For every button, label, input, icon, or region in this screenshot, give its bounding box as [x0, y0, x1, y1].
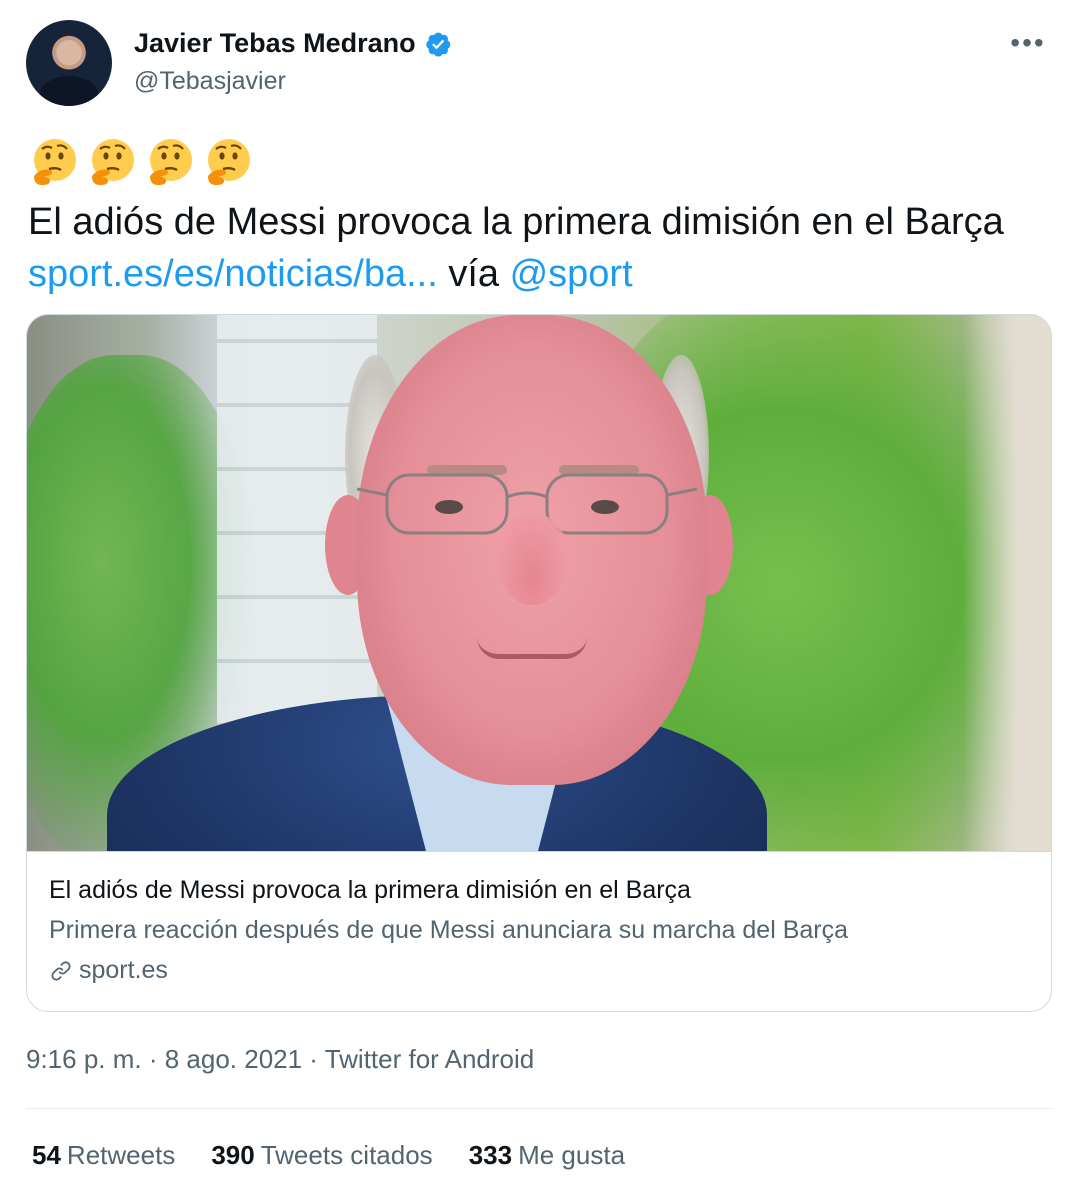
- tweet-header: Javier Tebas Medrano @Tebasjavier •••: [26, 20, 1052, 110]
- avatar-suit: [40, 76, 98, 106]
- card-domain[interactable]: sport.es: [49, 956, 168, 985]
- quotes-stat[interactable]: 390 Tweets citados: [211, 1140, 432, 1171]
- likes-label: Me gusta: [518, 1140, 626, 1170]
- thinking-face-icon: [208, 139, 250, 185]
- image-mouth: [477, 637, 587, 659]
- retweets-count: 54: [32, 1140, 61, 1170]
- author-info: Javier Tebas Medrano @Tebasjavier: [134, 28, 452, 96]
- tweet-mention[interactable]: @sport: [510, 253, 633, 295]
- quotes-label: Tweets citados: [260, 1140, 433, 1170]
- tweet-via-text: vía: [437, 253, 510, 295]
- verified-badge-icon: [426, 32, 451, 57]
- tweet-stats: 54 Retweets 390 Tweets citados 333 Me gusta: [32, 1140, 625, 1171]
- card-description: Primera reacción después de que Messi an…: [49, 916, 849, 944]
- thinking-face-icon: [150, 139, 192, 185]
- retweets-stat[interactable]: 54 Retweets: [32, 1140, 175, 1171]
- card-image[interactable]: [27, 315, 1051, 851]
- link-icon: [51, 960, 71, 981]
- retweets-label: Retweets: [66, 1140, 176, 1170]
- tweet-link[interactable]: sport.es/es/noticias/ba...: [28, 253, 438, 295]
- card-domain-text[interactable]: sport.es: [79, 956, 168, 985]
- card-body[interactable]: El adiós de Messi provoca la primera dim…: [27, 851, 1051, 1011]
- tweet-text-main: El adiós de Messi provoca la primera dim…: [28, 201, 1004, 243]
- display-name[interactable]: Javier Tebas Medrano: [134, 28, 416, 59]
- author-handle[interactable]: @Tebasjavier: [134, 67, 452, 96]
- divider: [26, 1108, 1052, 1109]
- link-preview-card[interactable]: El adiós de Messi provoca la primera dim…: [26, 314, 1052, 1012]
- image-nose: [497, 515, 567, 605]
- card-title[interactable]: El adiós de Messi provoca la primera dim…: [49, 876, 691, 905]
- tweet-text: El adiós de Messi provoca la primera dim…: [28, 196, 1038, 300]
- quotes-count: 390: [211, 1140, 255, 1170]
- emoji-row: [28, 136, 254, 192]
- tweet-metadata[interactable]: 9:16 p. m. · 8 ago. 2021 · Twitter for A…: [26, 1044, 534, 1075]
- image-stone-wall: [963, 315, 1051, 851]
- thinking-face-icon: [34, 139, 76, 185]
- likes-count: 333: [468, 1140, 513, 1170]
- more-options-icon[interactable]: •••: [1008, 28, 1048, 58]
- avatar[interactable]: [26, 20, 112, 106]
- likes-stat[interactable]: 333 Me gusta: [469, 1140, 625, 1171]
- thinking-face-icon: [92, 139, 134, 185]
